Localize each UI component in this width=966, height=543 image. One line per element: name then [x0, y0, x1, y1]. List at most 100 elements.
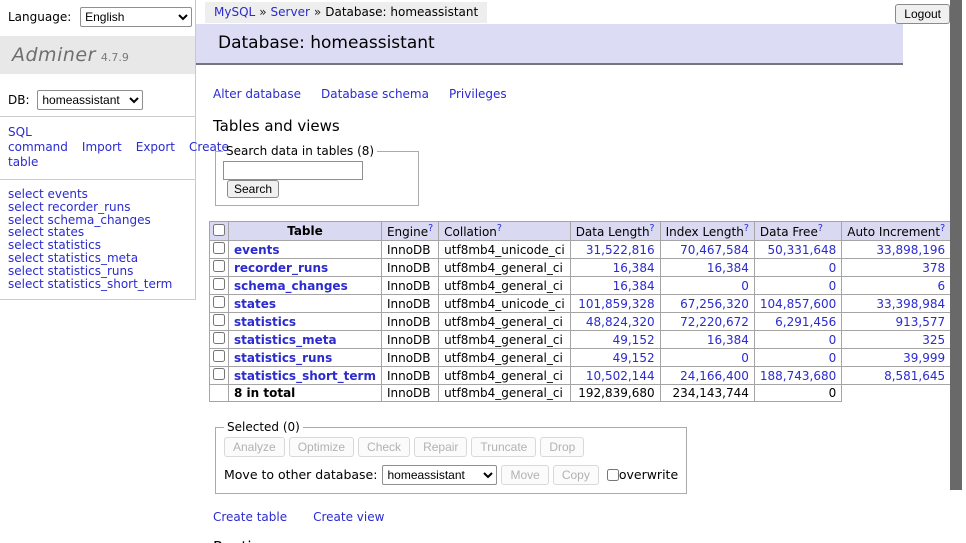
row-checkbox[interactable]: [213, 296, 225, 308]
data-free-link[interactable]: 0: [829, 279, 837, 293]
create-table-link[interactable]: Create table: [213, 510, 287, 524]
analyze-button[interactable]: Analyze: [224, 437, 285, 457]
data-length-link[interactable]: 31,522,816: [586, 243, 655, 257]
data-length-link[interactable]: 16,384: [613, 279, 655, 293]
row-checkbox[interactable]: [213, 314, 225, 326]
index-length-link[interactable]: 70,467,584: [680, 243, 749, 257]
table-name-link[interactable]: events: [234, 243, 280, 257]
data-free-cell: 104,857,600: [754, 295, 841, 313]
breadcrumb-mysql-link[interactable]: MySQL: [214, 5, 255, 19]
table-name-link[interactable]: statistics: [234, 315, 296, 329]
repair-button[interactable]: Repair: [414, 437, 467, 457]
sidebar-item-select-statistics-meta[interactable]: select statistics_meta: [8, 252, 195, 265]
help-link[interactable]: ?: [940, 223, 945, 234]
auto-increment-link[interactable]: 33,898,196: [876, 243, 945, 257]
data-length-link[interactable]: 49,152: [613, 351, 655, 365]
data-free-link[interactable]: 104,857,600: [760, 297, 836, 311]
search-input[interactable]: [223, 161, 363, 180]
logout-button[interactable]: Logout: [895, 4, 950, 24]
index-length-cell: 72,220,672: [660, 313, 754, 331]
index-length-link[interactable]: 24,166,400: [680, 369, 749, 383]
help-link[interactable]: ?: [428, 223, 433, 234]
check-button[interactable]: Check: [358, 437, 410, 457]
import-link[interactable]: Import: [82, 140, 122, 154]
language-label: Language:: [8, 10, 71, 24]
index-length-link[interactable]: 0: [741, 279, 749, 293]
select-all-checkbox[interactable]: [213, 224, 225, 236]
sidebar-item-select-statistics-short-term[interactable]: select statistics_short_term: [8, 278, 195, 291]
data-free-link[interactable]: 6,291,456: [775, 315, 836, 329]
sidebar-item-select-events[interactable]: select events: [8, 188, 195, 201]
row-checkbox[interactable]: [213, 368, 225, 380]
sql-command-link[interactable]: SQL command: [8, 125, 68, 154]
engine-cell: InnoDB: [381, 295, 438, 313]
data-length-link[interactable]: 48,824,320: [586, 315, 655, 329]
optimize-button[interactable]: Optimize: [289, 437, 354, 457]
auto-increment-link[interactable]: 39,999: [903, 351, 945, 365]
help-link[interactable]: ?: [497, 223, 502, 234]
scrollbar-track[interactable]: [950, 0, 966, 543]
auto-increment-link[interactable]: 33,398,984: [876, 297, 945, 311]
table-name-link[interactable]: statistics_short_term: [234, 369, 376, 383]
move-button[interactable]: Move: [501, 465, 548, 485]
help-link[interactable]: ?: [744, 223, 749, 234]
copy-button[interactable]: Copy: [553, 465, 599, 485]
auto-increment-link[interactable]: 325: [922, 333, 945, 347]
data-length-link[interactable]: 16,384: [613, 261, 655, 275]
drop-button[interactable]: Drop: [540, 437, 584, 457]
auto-increment-link[interactable]: 6: [938, 279, 946, 293]
row-checkbox[interactable]: [213, 260, 225, 272]
index-length-link[interactable]: 16,384: [707, 333, 749, 347]
data-free-link[interactable]: 0: [829, 351, 837, 365]
table-name-link[interactable]: schema_changes: [234, 279, 348, 293]
table-name-link[interactable]: states: [234, 297, 276, 311]
row-checkbox[interactable]: [213, 278, 225, 290]
row-checkbox[interactable]: [213, 350, 225, 362]
language-select[interactable]: English: [80, 7, 192, 27]
help-link[interactable]: ?: [650, 223, 655, 234]
row-checkbox[interactable]: [213, 332, 225, 344]
sidebar-item-select-statistics-runs[interactable]: select statistics_runs: [8, 265, 195, 278]
auto-increment-link[interactable]: 913,577: [896, 315, 946, 329]
move-database-select[interactable]: homeassistant: [382, 465, 497, 485]
help-link[interactable]: ?: [818, 223, 823, 234]
tables-overview-table: Table Engine? Collation? Data Length? In…: [209, 221, 966, 402]
overwrite-checkbox[interactable]: [607, 469, 619, 481]
data-length-link[interactable]: 49,152: [613, 333, 655, 347]
data-free-link[interactable]: 0: [829, 261, 837, 275]
table-name-link[interactable]: recorder_runs: [234, 261, 328, 275]
index-length-cell: 16,384: [660, 259, 754, 277]
data-free-link[interactable]: 0: [829, 333, 837, 347]
create-view-link[interactable]: Create view: [313, 510, 384, 524]
table-name-cell: statistics_meta: [229, 331, 382, 349]
auto-increment-link[interactable]: 378: [922, 261, 945, 275]
data-free-link[interactable]: 50,331,648: [768, 243, 837, 257]
row-checkbox-cell: [210, 367, 229, 385]
data-free-link[interactable]: 188,743,680: [760, 369, 836, 383]
data-length-link[interactable]: 101,859,328: [578, 297, 654, 311]
auto-increment-cell: 6: [842, 277, 951, 295]
auto-increment-link[interactable]: 8,581,645: [884, 369, 945, 383]
table-name-link[interactable]: statistics_runs: [234, 351, 332, 365]
data-length-link[interactable]: 10,502,144: [586, 369, 655, 383]
content-area: Alter databaseDatabase schemaPrivileges …: [196, 87, 903, 543]
row-checkbox[interactable]: [213, 242, 225, 254]
database-schema-link[interactable]: Database schema: [321, 87, 429, 101]
truncate-button[interactable]: Truncate: [471, 437, 536, 457]
alter-database-link[interactable]: Alter database: [213, 87, 301, 101]
table-name-link[interactable]: statistics_meta: [234, 333, 337, 347]
index-length-link[interactable]: 72,220,672: [680, 315, 749, 329]
export-link[interactable]: Export: [136, 140, 175, 154]
db-select[interactable]: homeassistant: [37, 90, 143, 110]
row-checkbox-cell: [210, 241, 229, 259]
breadcrumb-server-link[interactable]: Server: [271, 5, 310, 19]
privileges-link[interactable]: Privileges: [449, 87, 507, 101]
sidebar-item-select-recorder-runs[interactable]: select recorder_runs: [8, 201, 195, 214]
index-length-link[interactable]: 0: [741, 351, 749, 365]
row-checkbox-cell: [210, 259, 229, 277]
scrollbar-thumb[interactable]: [950, 0, 962, 490]
search-button[interactable]: Search: [227, 180, 279, 198]
index-length-link[interactable]: 67,256,320: [680, 297, 749, 311]
data-length-cell: 49,152: [570, 331, 660, 349]
index-length-link[interactable]: 16,384: [707, 261, 749, 275]
